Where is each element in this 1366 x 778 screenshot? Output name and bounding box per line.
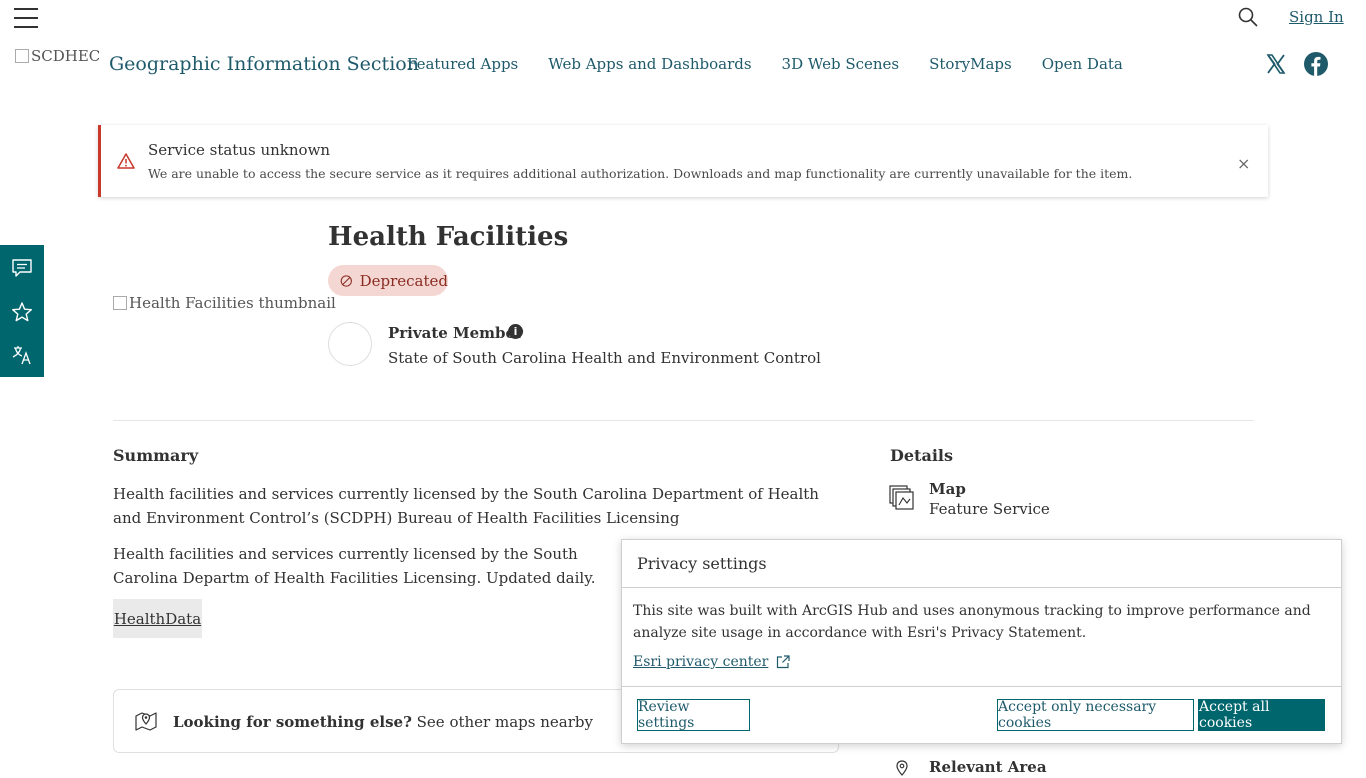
service-status-alert	[98, 125, 1268, 197]
facebook-icon[interactable]	[1304, 52, 1328, 76]
translate-icon[interactable]	[11, 344, 33, 366]
item-subtype: Feature Service	[929, 500, 1050, 518]
alert-title: Service status unknown	[148, 141, 331, 159]
action-side-panel	[0, 245, 44, 377]
search-icon[interactable]	[1238, 7, 1258, 27]
external-link-icon	[777, 655, 790, 669]
review-settings-button[interactable]: Review settings	[637, 699, 750, 731]
thumbnail-alt-text: Health Facilities thumbnail	[129, 294, 336, 312]
broken-image-icon	[113, 296, 127, 310]
badge-label: Deprecated	[359, 271, 448, 290]
nav-featured-apps[interactable]: Featured Apps	[407, 55, 518, 73]
divider	[621, 686, 1342, 687]
accept-necessary-cookies-button[interactable]: Accept only necessary cookies	[997, 699, 1194, 731]
nearby-maps-rest: See other maps nearby	[411, 713, 593, 731]
summary-heading: Summary	[113, 446, 199, 465]
organization-name: State of South Carolina Health and Envir…	[388, 349, 821, 367]
broken-image-icon	[15, 49, 29, 63]
privacy-dialog-title: Privacy settings	[637, 554, 767, 573]
map-pin-icon	[135, 712, 157, 731]
relevant-area-heading: Relevant Area	[929, 758, 1047, 776]
menu-icon[interactable]	[14, 6, 38, 28]
tag-chip[interactable]: HealthData	[113, 599, 202, 638]
nav-3d-web-scenes[interactable]: 3D Web Scenes	[782, 55, 900, 73]
nav-web-apps-dashboards[interactable]: Web Apps and Dashboards	[548, 55, 751, 73]
nav-open-data[interactable]: Open Data	[1042, 55, 1123, 73]
location-icon	[896, 760, 908, 776]
comment-icon[interactable]	[11, 257, 33, 279]
site-logo[interactable]: SCDHEC	[15, 47, 100, 65]
divider	[113, 420, 1254, 421]
item-type: Map	[929, 480, 966, 498]
nav-storymaps[interactable]: StoryMaps	[929, 55, 1012, 73]
map-layers-icon	[889, 485, 914, 510]
summary-paragraph: Health facilities and services currently…	[113, 485, 819, 527]
nearby-maps-text: Looking for something else? See other ma…	[173, 713, 593, 731]
prohibited-icon	[340, 274, 352, 287]
status-badge: Deprecated	[328, 265, 448, 296]
close-icon[interactable]: ×	[1237, 154, 1250, 173]
alert-message: We are unable to access the secure servi…	[148, 166, 1133, 181]
nearby-maps-bold: Looking for something else?	[173, 713, 412, 731]
esri-privacy-center-link[interactable]: Esri privacy center	[633, 654, 790, 670]
warning-icon	[117, 153, 135, 169]
main-nav: Featured Apps Web Apps and Dashboards 3D…	[407, 55, 1123, 73]
page-title: Health Facilities	[328, 222, 569, 252]
info-icon[interactable]: i	[508, 324, 523, 339]
star-icon[interactable]	[11, 301, 33, 323]
details-heading: Details	[890, 446, 953, 465]
logo-alt-text: SCDHEC	[31, 47, 101, 65]
site-title[interactable]: Geographic Information Section	[109, 53, 419, 75]
avatar	[328, 322, 372, 366]
item-thumbnail: Health Facilities thumbnail	[113, 294, 336, 312]
privacy-dialog-text: This site was built with ArcGIS Hub and …	[633, 603, 1311, 641]
owner-name: Private Member	[388, 324, 523, 342]
sign-in-link[interactable]: Sign In	[1289, 8, 1344, 26]
divider	[621, 587, 1342, 588]
accept-all-cookies-button[interactable]: Accept all cookies	[1198, 699, 1325, 731]
description-paragraph: Health facilities and services currently…	[113, 545, 596, 587]
privacy-link-label: Esri privacy center	[633, 654, 769, 670]
x-twitter-icon[interactable]	[1266, 53, 1286, 75]
